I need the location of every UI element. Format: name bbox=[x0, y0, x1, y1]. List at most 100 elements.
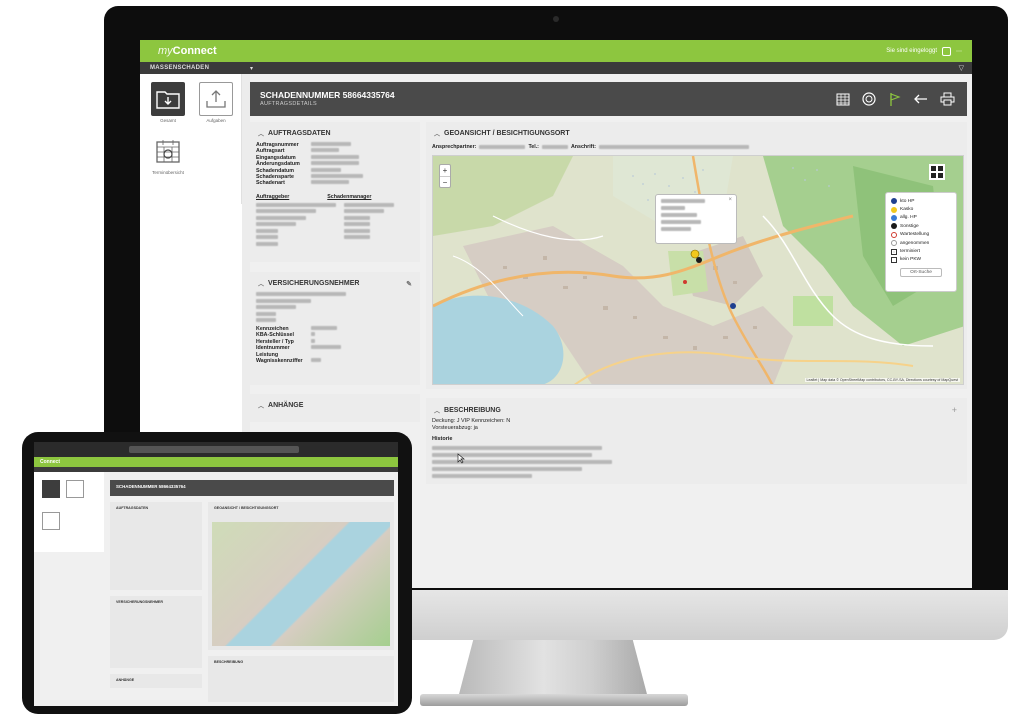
field-row: Schadenart bbox=[256, 180, 420, 186]
map-attribution: Leaflet | Map data © OpenStreetMap contr… bbox=[804, 378, 960, 382]
tax-line: Vorsteuerabzug: ja bbox=[432, 425, 478, 431]
address-label: Anschrift: bbox=[570, 144, 596, 150]
card-title: BESCHREIBUNG bbox=[444, 406, 501, 414]
chevron-up-icon: ︿ bbox=[434, 408, 441, 415]
back-arrow-icon[interactable] bbox=[913, 91, 929, 107]
zoom-out-button[interactable]: − bbox=[440, 177, 450, 188]
legend-item[interactable]: Kasko bbox=[891, 205, 951, 213]
edit-icon[interactable]: ✎ bbox=[406, 280, 412, 288]
mouse-cursor-icon bbox=[457, 453, 465, 464]
breadcrumb[interactable]: MASSENSCHADEN bbox=[140, 65, 244, 71]
app-logo[interactable]: Connect bbox=[40, 459, 60, 465]
field-label: Schadenart bbox=[256, 180, 285, 187]
nav-item-termine[interactable]: Terminübersicht bbox=[146, 134, 190, 175]
calendar-icon[interactable] bbox=[835, 91, 851, 107]
legend-item[interactable]: kto HP bbox=[891, 197, 951, 205]
printer-icon[interactable] bbox=[939, 91, 955, 107]
redacted-value bbox=[311, 358, 321, 363]
nav-item-gesamt[interactable]: Gesamt bbox=[146, 82, 190, 123]
card-title: GEOANSICHT / BESICHTIGUNGSORT bbox=[214, 506, 279, 510]
folder-download-icon[interactable] bbox=[42, 480, 60, 498]
legend-label: angenommen bbox=[900, 240, 930, 246]
chevron-up-icon: ︿ bbox=[258, 132, 265, 138]
card-header[interactable]: ︿ BESCHREIBUNG + bbox=[426, 398, 967, 415]
legend-marker-icon bbox=[891, 214, 897, 221]
redacted-block bbox=[432, 446, 967, 478]
page-title: SCHADENNUMMER 58664335764 bbox=[260, 90, 395, 100]
user-icon[interactable] bbox=[942, 46, 951, 56]
redacted-block bbox=[661, 199, 731, 231]
tablet-map[interactable] bbox=[212, 522, 390, 646]
redacted-value bbox=[311, 142, 351, 146]
legend-item[interactable]: Sonstige bbox=[891, 222, 951, 230]
tablet-card-anhaenge: ANHÄNGE bbox=[110, 674, 202, 688]
more-icon[interactable]: ⋯ bbox=[956, 48, 962, 55]
add-button[interactable]: + bbox=[952, 405, 957, 415]
chevron-up-icon: ︿ bbox=[258, 404, 265, 410]
nav-label: Terminübersicht bbox=[152, 170, 184, 175]
chevron-down-icon[interactable]: ▾ bbox=[250, 65, 253, 72]
history-heading: Historie bbox=[432, 436, 453, 442]
header-actions bbox=[835, 91, 955, 107]
legend-item[interactable]: kein PKW bbox=[891, 256, 951, 264]
monitor-foot bbox=[420, 694, 688, 706]
legend-marker-icon: ⋮ bbox=[891, 248, 897, 255]
legend-item[interactable]: allg. HP bbox=[891, 214, 951, 222]
tablet-screen: Connect SCHADENNUMMER 58664335764 AUFTRA… bbox=[34, 442, 398, 706]
nav-item-aufgaben[interactable]: Aufgaben bbox=[194, 82, 238, 123]
phone-label: Tel.: bbox=[528, 144, 539, 150]
calendar-icon[interactable] bbox=[42, 512, 60, 530]
tablet-claim-header: SCHADENNUMMER 58664335764 bbox=[110, 480, 394, 496]
legend-item[interactable]: Wartestellung bbox=[891, 231, 951, 239]
card-title: BESCHREIBUNG bbox=[214, 660, 244, 664]
card-header[interactable]: ︿ ANHÄNGE bbox=[250, 394, 420, 410]
camera bbox=[553, 16, 559, 22]
legend-marker-icon bbox=[891, 256, 897, 263]
upload-icon[interactable] bbox=[66, 480, 84, 498]
nav-label: Gesamt bbox=[160, 118, 176, 123]
upload-icon bbox=[199, 82, 233, 116]
flag-icon[interactable] bbox=[887, 91, 903, 107]
nav-label: Aufgaben bbox=[206, 118, 226, 123]
tablet-side-nav bbox=[34, 472, 104, 552]
address-bar[interactable] bbox=[129, 446, 299, 453]
card-header[interactable]: ︿ GEOANSICHT / BESICHTIGUNGSORT bbox=[426, 122, 967, 138]
legend-label: Wartestellung bbox=[900, 232, 930, 238]
card-anhaenge: ︿ ANHÄNGE bbox=[250, 394, 420, 422]
logo-prefix: my bbox=[158, 45, 173, 57]
close-icon[interactable]: × bbox=[728, 197, 732, 203]
field-row: Wagnisskennziffer bbox=[256, 358, 420, 364]
card-header[interactable]: ︿ VERSICHERUNGSNEHMER ✎ bbox=[250, 272, 420, 288]
redacted-value bbox=[311, 326, 337, 330]
user-area: Sie sind eingeloggt ⋯ bbox=[886, 46, 962, 56]
card-header[interactable]: ︿ AUFTRAGSDATEN bbox=[250, 122, 420, 138]
card-title: ANHÄNGE bbox=[268, 402, 304, 409]
card-auftragsdaten: ︿ AUFTRAGSDATEN Auftragsnummer Auftragsar… bbox=[250, 122, 420, 262]
coverage-line: Deckung: J VIP Kennzeichen: N bbox=[432, 418, 511, 424]
chevron-up-icon: ︿ bbox=[258, 282, 265, 288]
redacted-value bbox=[479, 145, 526, 149]
card-versicherungsnehmer: ︿ VERSICHERUNGSNEHMER ✎ Kennzeichen KBA-Sc… bbox=[250, 272, 420, 385]
location-search-button[interactable]: Ort-Suche bbox=[900, 268, 942, 278]
legend-label: terminiert bbox=[900, 249, 920, 255]
logo-name: Connect bbox=[172, 45, 217, 57]
redacted-value bbox=[541, 145, 568, 149]
calendar-icon bbox=[151, 134, 185, 168]
card-title: VERSICHERUNGSNEHMER bbox=[116, 600, 163, 604]
layers-icon[interactable] bbox=[929, 164, 945, 180]
card-title: VERSICHERUNGSNEHMER bbox=[268, 280, 360, 287]
legend-item[interactable]: ⋮ terminiert bbox=[891, 247, 951, 255]
map-legend: kto HP Kasko allg. HP Sonstige Wartestel… bbox=[885, 192, 957, 292]
legend-label: kto HP bbox=[900, 198, 915, 204]
app-logo[interactable]: myConnect bbox=[158, 45, 217, 57]
login-status: Sie sind eingeloggt bbox=[886, 48, 937, 54]
zoom-in-button[interactable]: + bbox=[440, 165, 450, 177]
sub-bar: MASSENSCHADEN ▾ ▽ bbox=[140, 62, 972, 74]
filter-icon[interactable]: ▽ bbox=[959, 64, 964, 72]
redacted-value bbox=[311, 148, 339, 153]
legend-item[interactable]: angenommen bbox=[891, 239, 951, 247]
schadenmanager-heading: Schadenmanager bbox=[327, 193, 372, 200]
redacted-block bbox=[344, 202, 394, 246]
map-view[interactable]: + − × kto HP Kasko allg. HP Sonstige War… bbox=[432, 155, 964, 385]
globe-icon[interactable] bbox=[861, 91, 877, 107]
